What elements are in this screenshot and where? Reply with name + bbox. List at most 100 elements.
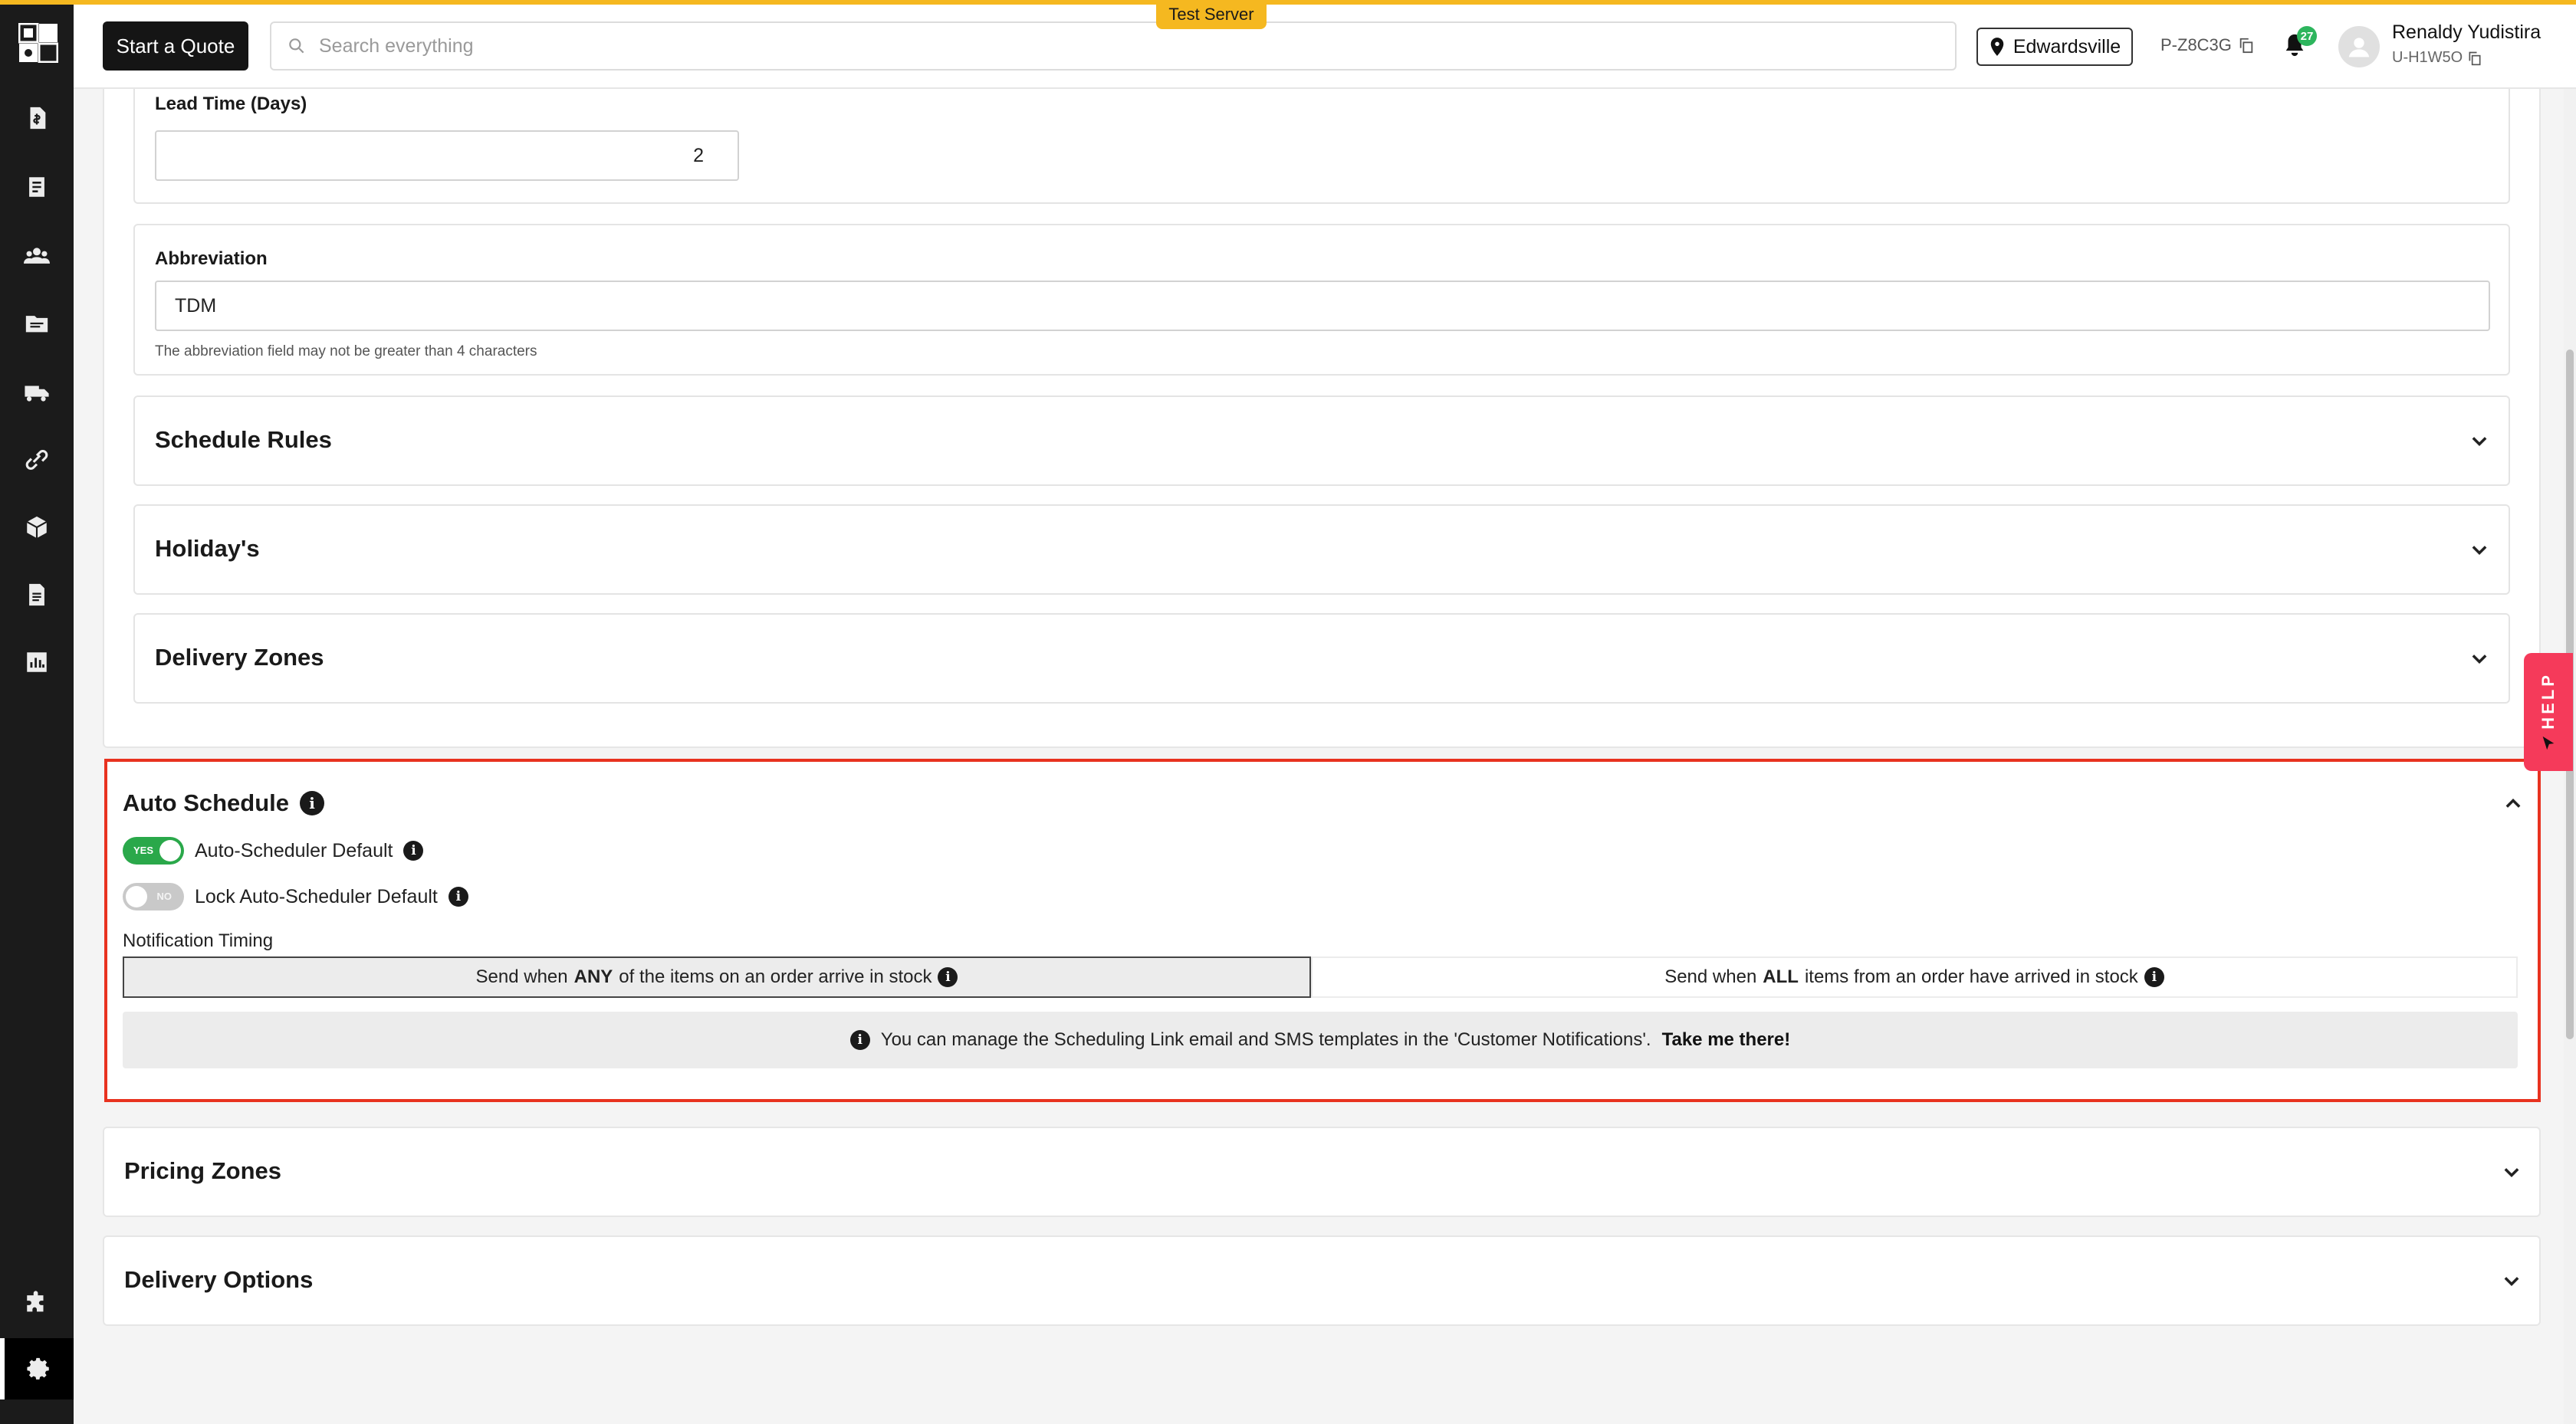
- sidebar-item-quotes[interactable]: [0, 87, 74, 149]
- info-icon[interactable]: i: [448, 887, 468, 907]
- option-all-text-pre: Send when: [1664, 966, 1757, 987]
- take-me-there-link[interactable]: Take me there!: [1662, 1029, 1791, 1051]
- info-icon[interactable]: i: [938, 967, 958, 987]
- auto-schedule-header: Auto Schedule i: [123, 789, 325, 817]
- location-selector[interactable]: Edwardsville: [1976, 28, 2133, 66]
- auto-scheduler-default-label: Auto-Scheduler Default: [195, 839, 393, 861]
- help-label: HELP: [2538, 671, 2558, 730]
- abbreviation-card: Abbreviation The abbreviation field may …: [133, 224, 2510, 376]
- delivery-truck-icon: [25, 386, 49, 402]
- customers-icon: [24, 248, 50, 264]
- info-icon[interactable]: i: [403, 841, 424, 861]
- pricing-zones-title: Pricing Zones: [124, 1157, 281, 1184]
- search-icon: [289, 38, 304, 54]
- customer-notifications-notice: i You can manage the Scheduling Link ema…: [123, 1012, 2518, 1068]
- pricing-zones-accordion[interactable]: Pricing Zones: [103, 1127, 2541, 1217]
- option-all-bold: ALL: [1763, 966, 1799, 987]
- top-accent-line: [0, 0, 2576, 5]
- auto-scheduler-default-toggle[interactable]: YES: [123, 837, 184, 865]
- products-icon: [26, 516, 48, 539]
- settings-icon: [27, 1357, 49, 1380]
- option-all-items[interactable]: Send when ALL items from an order have a…: [1311, 956, 2518, 998]
- notifications-button[interactable]: 27: [2282, 26, 2317, 63]
- store-id: P-Z8C3G: [2160, 35, 2255, 55]
- delivery-options-title: Delivery Options: [124, 1266, 314, 1293]
- lock-auto-scheduler-row: NO Lock Auto-Scheduler Default i: [123, 883, 468, 911]
- user-avatar-icon: [2348, 38, 2370, 57]
- quotes-icon: [30, 107, 46, 130]
- notification-timing-label: Notification Timing: [123, 930, 274, 951]
- sidebar-item-delivery[interactable]: [0, 362, 74, 423]
- search-bar[interactable]: [270, 21, 1957, 71]
- top-header: Start a Quote Edwardsville P-Z8C3G 27 Re…: [74, 5, 2576, 89]
- chevron-down-icon[interactable]: [2469, 431, 2490, 452]
- chevron-up-icon[interactable]: [2502, 792, 2524, 814]
- auto-scheduler-default-row: YES Auto-Scheduler Default i: [123, 837, 424, 865]
- lock-auto-scheduler-label: Lock Auto-Scheduler Default: [195, 885, 438, 907]
- info-icon: i: [849, 1030, 870, 1050]
- lead-time-card: Lead Time (Days): [133, 74, 2510, 204]
- info-icon[interactable]: i: [2144, 967, 2164, 987]
- sidebar-item-reports[interactable]: [0, 632, 74, 693]
- option-any-text-post: of the items on an order arrive in stock: [619, 966, 932, 987]
- abbreviation-input[interactable]: [155, 281, 2490, 331]
- search-input[interactable]: [319, 34, 1929, 57]
- user-id: U-H1W5O: [2392, 49, 2482, 67]
- main-content: Lead Time (Days) Abbreviation The abbrev…: [74, 74, 2576, 1424]
- notice-text: You can manage the Scheduling Link email…: [880, 1029, 1651, 1050]
- app-logo[interactable]: [18, 22, 59, 64]
- abbreviation-helper-text: The abbreviation field may not be greate…: [155, 343, 537, 359]
- avatar[interactable]: [2338, 26, 2380, 67]
- info-icon[interactable]: i: [300, 791, 325, 815]
- chevron-down-icon[interactable]: [2469, 648, 2490, 670]
- sidebar-item-customers[interactable]: [0, 225, 74, 287]
- orders-icon: [29, 177, 44, 197]
- schedule-rules-accordion[interactable]: Schedule Rules: [133, 395, 2510, 486]
- option-any-bold: ANY: [573, 966, 613, 987]
- start-quote-button[interactable]: Start a Quote: [103, 21, 248, 71]
- toggle-knob: [159, 840, 181, 861]
- user-name: Renaldy Yudistira: [2392, 21, 2542, 43]
- plugins-icon: [27, 1291, 44, 1312]
- sidebar-item-settings[interactable]: [0, 1338, 74, 1399]
- option-all-text-post: items from an order have arrived in stoc…: [1804, 966, 2138, 987]
- reports-icon: [27, 652, 47, 672]
- delivery-options-accordion[interactable]: Delivery Options: [103, 1235, 2541, 1326]
- sidebar-item-orders[interactable]: [0, 156, 74, 218]
- option-any-items[interactable]: Send when ANY of the items on an order a…: [123, 956, 1311, 998]
- sidebar-item-files[interactable]: [0, 293, 74, 354]
- toggle-state-text: YES: [133, 845, 154, 856]
- chevron-down-icon[interactable]: [2501, 1162, 2522, 1183]
- sidebar-item-documents[interactable]: [0, 564, 74, 625]
- test-server-badge: Test Server: [1156, 0, 1267, 29]
- lock-auto-scheduler-toggle[interactable]: NO: [123, 883, 184, 911]
- sidebar-item-integrations[interactable]: [0, 429, 74, 491]
- toggle-knob: [126, 886, 147, 907]
- sidebar: [0, 0, 74, 1424]
- schedule-rules-title: Schedule Rules: [155, 426, 332, 453]
- sidebar-item-products[interactable]: [0, 497, 74, 558]
- documents-icon: [29, 583, 44, 606]
- sidebar-item-plugins[interactable]: [0, 1272, 74, 1334]
- lead-time-label: Lead Time (Days): [155, 94, 307, 114]
- abbreviation-label: Abbreviation: [155, 248, 268, 269]
- delivery-zones-accordion[interactable]: Delivery Zones: [133, 613, 2510, 704]
- lead-time-input[interactable]: [155, 130, 739, 181]
- holidays-accordion[interactable]: Holiday's: [133, 504, 2510, 595]
- notification-timing-selector: Send when ANY of the items on an order a…: [123, 956, 2518, 998]
- notification-count-badge: 27: [2297, 26, 2317, 46]
- auto-schedule-panel: Auto Schedule i YES Auto-Scheduler Defau…: [104, 759, 2541, 1102]
- help-button[interactable]: HELP: [2524, 653, 2573, 771]
- cursor-arrow-icon: [2542, 737, 2555, 750]
- chevron-down-icon[interactable]: [2501, 1271, 2522, 1292]
- copy-icon[interactable]: [2238, 37, 2255, 54]
- store-id-text: P-Z8C3G: [2160, 35, 2232, 54]
- holidays-title: Holiday's: [155, 535, 260, 562]
- delivery-zones-title: Delivery Zones: [155, 644, 324, 671]
- copy-icon[interactable]: [2467, 51, 2482, 66]
- files-icon: [25, 316, 48, 333]
- chevron-down-icon[interactable]: [2469, 540, 2490, 561]
- map-pin-icon: [1990, 38, 2004, 56]
- integrations-icon: [25, 450, 48, 470]
- toggle-state-text: NO: [156, 891, 172, 902]
